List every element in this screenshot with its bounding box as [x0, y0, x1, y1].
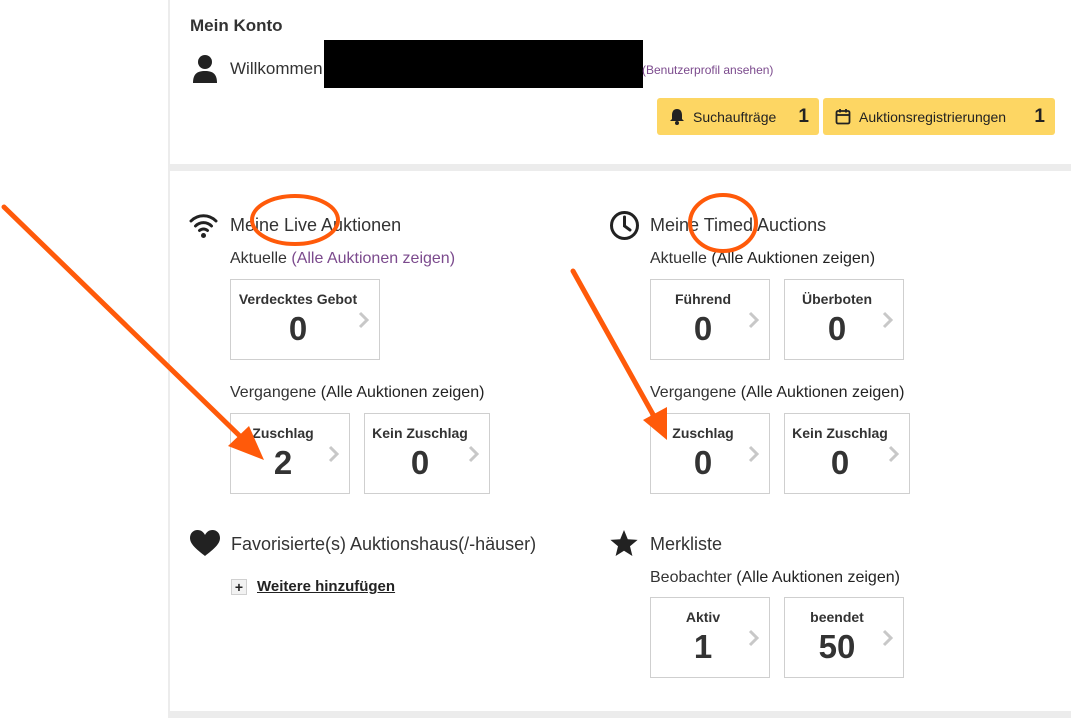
card-value: 2	[273, 444, 293, 481]
chevron-right-icon	[748, 629, 760, 647]
timed-current-show-all-link[interactable]: (Alle Auktionen zeigen)	[711, 250, 875, 267]
plus-icon: +	[231, 578, 247, 595]
card-label: Zuschlag	[252, 425, 314, 441]
observer-row: Beobachter (Alle Auktionen zeigen)	[650, 569, 900, 587]
card-watch-active[interactable]: Aktiv 1	[650, 597, 770, 678]
auction-registrations-button[interactable]: Auktionsregistrierungen 1	[823, 98, 1055, 135]
bell-icon	[670, 109, 684, 125]
live-past-row: Vergangene (Alle Auktionen zeigen)	[230, 384, 484, 402]
heart-icon	[190, 530, 220, 556]
timed-past-row: Vergangene (Alle Auktionen zeigen)	[650, 384, 904, 402]
wifi-icon	[189, 214, 218, 238]
live-current-row: Aktuelle (Alle Auktionen zeigen)	[230, 250, 455, 268]
card-value: 0	[693, 444, 713, 481]
redacted-username	[324, 40, 643, 88]
search-orders-label: Suchaufträge	[693, 108, 777, 125]
clock-icon	[610, 211, 639, 240]
live-past-show-all-link[interactable]: (Alle Auktionen zeigen)	[321, 384, 485, 401]
add-more-link[interactable]: Weitere hinzufügen	[257, 578, 395, 595]
card-value: 0	[288, 310, 308, 347]
annotation-arrow	[1, 204, 249, 445]
live-past-label: Vergangene	[230, 384, 317, 401]
chevron-right-icon	[882, 311, 894, 329]
left-divider	[168, 0, 170, 718]
chevron-right-icon	[328, 445, 340, 463]
timed-past-label: Vergangene	[650, 384, 737, 401]
timed-current-row: Aktuelle (Alle Auktionen zeigen)	[650, 250, 875, 268]
card-label: beendet	[810, 609, 864, 625]
section-separator-bottom	[170, 711, 1071, 718]
card-value: 0	[830, 444, 850, 481]
card-value: 0	[827, 310, 847, 347]
timed-current-label: Aktuelle	[650, 250, 707, 267]
timed-past-show-all-link[interactable]: (Alle Auktionen zeigen)	[741, 384, 905, 401]
card-label: Zuschlag	[672, 425, 734, 441]
card-outbid[interactable]: Überboten 0	[784, 279, 904, 360]
card-live-sold[interactable]: Zuschlag 2	[230, 413, 350, 494]
favorites-heading: Favorisierte(s) Auktionshaus(/-häuser)	[231, 534, 537, 554]
page-title: Mein Konto	[190, 16, 283, 35]
live-auctions-heading: Meine Live Auktionen	[230, 215, 402, 235]
observer-show-all-link[interactable]: (Alle Auktionen zeigen)	[736, 569, 900, 586]
chevron-right-icon	[468, 445, 480, 463]
add-favorite-row[interactable]: + Weitere hinzufügen	[231, 578, 395, 595]
calendar-icon	[835, 109, 851, 125]
card-timed-sold[interactable]: Zuschlag 0	[650, 413, 770, 494]
card-label: Verdecktes Gebot	[238, 291, 358, 307]
welcome-text: Willkommen	[230, 59, 323, 78]
card-label: Kein Zuschlag	[792, 425, 888, 441]
card-label: Führend	[675, 291, 731, 307]
search-orders-button[interactable]: Suchaufträge 1	[657, 98, 819, 135]
card-value: 0	[410, 444, 430, 481]
card-value: 0	[693, 310, 713, 347]
card-live-not-sold[interactable]: Kein Zuschlag 0	[364, 413, 490, 494]
annotation-arrow	[570, 268, 658, 421]
user-icon	[193, 55, 217, 83]
timed-auctions-heading: Meine Timed Auctions	[650, 215, 827, 235]
card-value: 50	[818, 628, 856, 665]
card-watch-ended[interactable]: beendet 50	[784, 597, 904, 678]
search-orders-count: 1	[798, 105, 809, 127]
chevron-right-icon	[748, 445, 760, 463]
card-label: Überboten	[802, 291, 872, 307]
card-value: 1	[693, 628, 713, 665]
star-icon	[610, 530, 638, 556]
chevron-right-icon	[888, 445, 900, 463]
card-leading[interactable]: Führend 0	[650, 279, 770, 360]
chevron-right-icon	[748, 311, 760, 329]
live-current-show-all-link[interactable]: (Alle Auktionen zeigen)	[291, 250, 455, 267]
chevron-right-icon	[358, 311, 370, 329]
card-label: Aktiv	[685, 609, 721, 625]
card-timed-not-sold[interactable]: Kein Zuschlag 0	[784, 413, 910, 494]
view-profile-link[interactable]: (Benutzerprofil ansehen)	[642, 63, 773, 77]
auction-registrations-count: 1	[1034, 105, 1045, 127]
section-separator	[170, 164, 1071, 171]
card-hidden-bid[interactable]: Verdecktes Gebot 0	[230, 279, 380, 360]
chevron-right-icon	[882, 629, 894, 647]
watchlist-heading: Merkliste	[650, 534, 723, 554]
card-label: Kein Zuschlag	[372, 425, 468, 441]
auction-registrations-label: Auktionsregistrierungen	[859, 108, 1007, 125]
observer-label: Beobachter	[650, 569, 732, 586]
live-current-label: Aktuelle	[230, 250, 287, 267]
